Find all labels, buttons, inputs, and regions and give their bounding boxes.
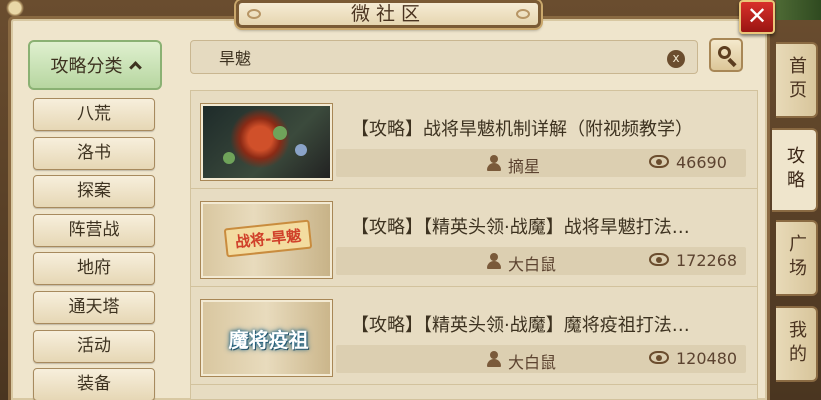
article-title: 【攻略】【精英头领·战魔】战将旱魃打法… [351, 217, 690, 238]
figure-decoration [295, 144, 307, 156]
search-button[interactable] [709, 38, 743, 72]
article-views: 120480 [676, 349, 738, 368]
background-foliage [776, 0, 821, 20]
thumbnail-caption: 战将-旱魃 [223, 219, 313, 258]
list-item[interactable]: 战将-旱魃 【攻略】【精英头领·战魔】战将旱魃打法… 大白鼠 172268 [191, 189, 757, 287]
article-views: 172268 [676, 251, 738, 270]
close-button[interactable]: ✕ [739, 0, 775, 34]
sidebar-item-faction-war[interactable]: 阵营战 [33, 214, 155, 247]
views-eye-icon [649, 351, 669, 364]
tab-mine[interactable]: 我的 [776, 306, 818, 382]
article-thumbnail: 战将-旱魃 [201, 202, 332, 278]
chevron-up-icon [128, 60, 142, 74]
category-header-button[interactable]: 攻略分类 [28, 40, 162, 90]
tab-label: 首页 [786, 56, 807, 104]
article-thumbnail: 魔将疫祖 [201, 300, 332, 376]
article-title: 【攻略】【精英头领·战魔】魔将疫祖打法… [351, 315, 690, 336]
article-meta: 大白鼠 120480 [336, 345, 746, 373]
article-thumbnail [201, 104, 332, 180]
article-meta: 摘星 46690 [336, 149, 746, 177]
figure-decoration [223, 152, 235, 164]
scroll-ornament-icon [247, 9, 261, 19]
article-meta: 大白鼠 172268 [336, 247, 746, 275]
article-views: 46690 [676, 153, 727, 172]
search-bar: x [190, 40, 698, 74]
tab-square[interactable]: 广场 [776, 220, 818, 296]
sidebar-item-luoshu[interactable]: 洛书 [33, 137, 155, 170]
author-icon [487, 155, 501, 171]
sidebar-item-tower[interactable]: 通天塔 [33, 291, 155, 324]
figure-decoration [273, 126, 287, 140]
tab-guides[interactable]: 攻略 [772, 128, 818, 212]
close-icon: ✕ [746, 2, 768, 30]
category-header-label: 攻略分类 [50, 56, 123, 77]
tab-label: 攻略 [784, 146, 805, 194]
article-author: 大白鼠 [508, 255, 557, 274]
author-icon [487, 253, 501, 269]
article-author: 大白鼠 [508, 353, 557, 372]
sidebar-item-tanan[interactable]: 探案 [33, 175, 155, 208]
title-plaque: 微社区 [236, 0, 541, 28]
article-author: 摘星 [508, 157, 541, 176]
list-item[interactable]: 【攻略】战将旱魃机制详解（附视频教学） 摘星 46690 [191, 91, 757, 189]
thumbnail-caption: 魔将疫祖 [228, 328, 309, 352]
sidebar-item-events[interactable]: 活动 [33, 330, 155, 363]
sidebar-item-bahuang[interactable]: 八荒 [33, 98, 155, 131]
side-tabs: 首页 攻略 广场 我的 [772, 40, 821, 400]
clear-search-button[interactable]: x [667, 50, 685, 68]
tab-home[interactable]: 首页 [776, 42, 818, 118]
tab-label: 广场 [786, 234, 807, 282]
author-icon [487, 351, 501, 367]
search-input[interactable] [219, 46, 649, 68]
list-item[interactable]: 魔将疫祖 【攻略】【精英头领·战魔】魔将疫祖打法… 大白鼠 120480 [191, 287, 757, 385]
sidebar-item-equipment[interactable]: 装备 [33, 368, 155, 400]
scroll-ornament-icon [516, 9, 530, 19]
page-title: 微社区 [350, 3, 426, 25]
article-title: 【攻略】战将旱魃机制详解（附视频教学） [351, 119, 693, 140]
views-eye-icon [649, 253, 669, 266]
search-icon-handle [727, 57, 737, 68]
article-list: 【攻略】战将旱魃机制详解（附视频教学） 摘星 46690 战将-旱魃 【攻略】【… [190, 90, 758, 400]
sidebar-item-underworld[interactable]: 地府 [33, 252, 155, 285]
search-icon [718, 46, 731, 59]
views-eye-icon [649, 155, 669, 168]
tab-label: 我的 [786, 320, 807, 368]
